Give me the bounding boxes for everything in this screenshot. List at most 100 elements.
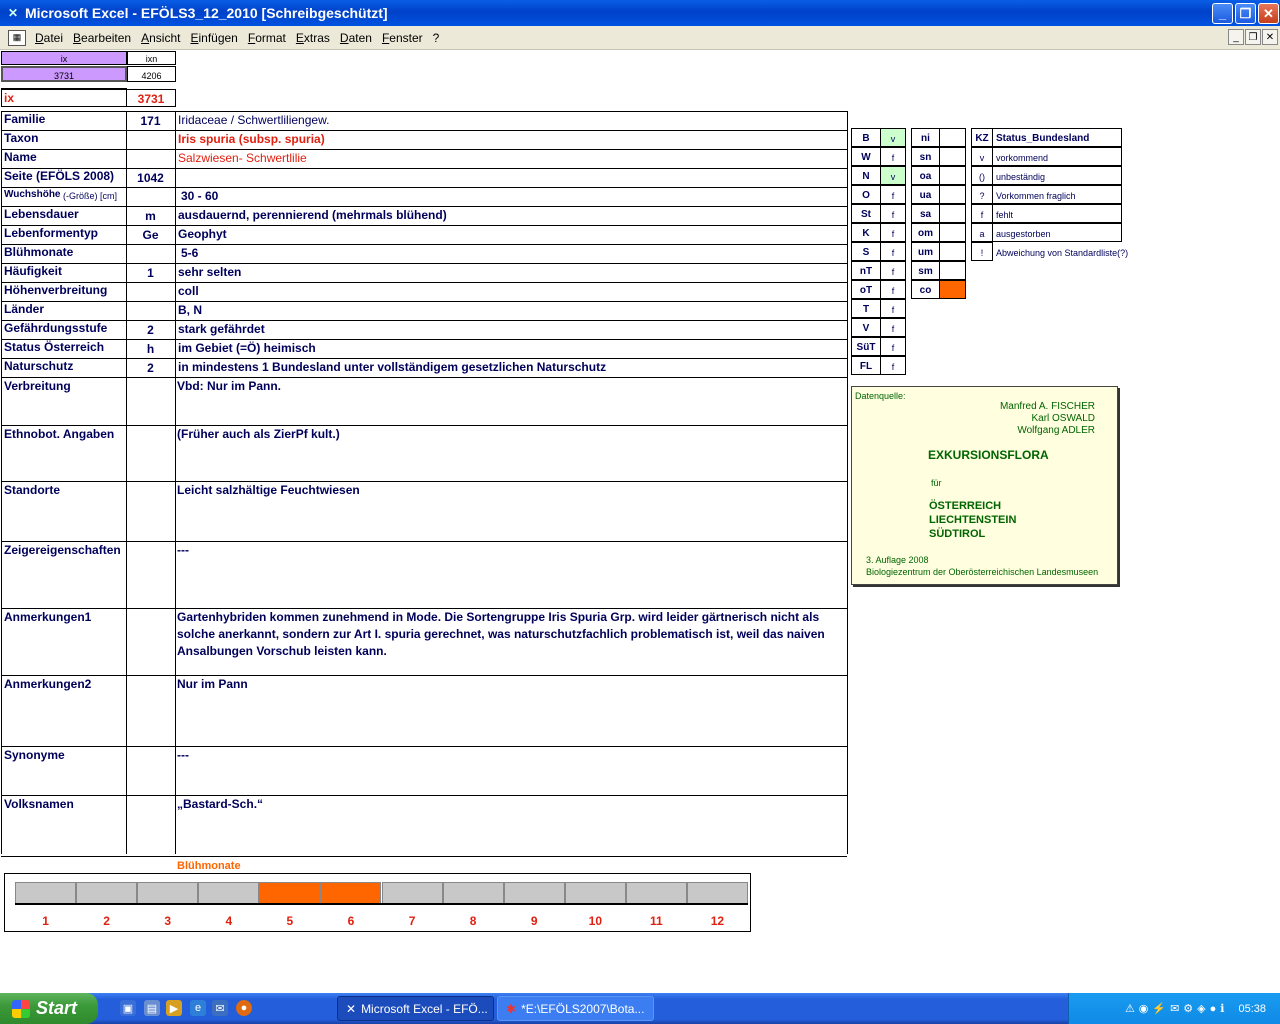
doc-minimize-button[interactable]: _ <box>1228 29 1244 45</box>
state2-value-cell[interactable] <box>939 280 966 299</box>
start-label: Start <box>36 998 78 1018</box>
row-divider <box>1 225 847 226</box>
menu-einfuegen[interactable]: Einfügen <box>185 31 242 45</box>
state2-key: ua <box>919 190 932 201</box>
row-label: Lebensdauer <box>4 207 79 221</box>
row-value-line[interactable]: solche anerkannt, sondern zur Art I. spu… <box>177 627 843 641</box>
state2-value-cell[interactable] <box>939 166 966 185</box>
row-value-line[interactable]: --- <box>177 543 843 557</box>
start-button[interactable]: Start <box>0 993 98 1024</box>
ixn-value: 4206 <box>141 71 162 81</box>
minimize-button[interactable]: _ <box>1212 3 1233 24</box>
bloom-bar <box>320 882 382 904</box>
row-value[interactable]: stark gefährdet <box>178 322 844 336</box>
windows-logo-icon <box>12 999 30 1018</box>
row-divider <box>1 541 847 542</box>
row-value-line[interactable]: (Früher auch als ZierPf kult.) <box>177 427 843 441</box>
row-value[interactable]: Iris spuria (subsp. spuria) <box>178 132 844 146</box>
row-value-line[interactable]: Ansalbungen Vorschub leisten kann. <box>177 644 843 658</box>
menu-datei[interactable]: Datei <box>30 31 68 45</box>
row-value[interactable]: 30 - 60 <box>181 189 847 203</box>
state-key: S <box>862 247 870 258</box>
task-excel[interactable]: ✕ Microsoft Excel - EFÖ... <box>337 996 494 1021</box>
row-label: Naturschutz <box>4 359 74 373</box>
menu-format[interactable]: Format <box>243 31 291 45</box>
state-value: f <box>891 229 895 239</box>
state-value: f <box>891 153 895 163</box>
row-divider <box>1 675 847 676</box>
row-code[interactable]: 171 <box>126 114 175 128</box>
mail-icon[interactable]: ✉ <box>212 1000 228 1016</box>
tray-icons[interactable]: ⚠◉⚡✉⚙◈●ℹ <box>1125 1002 1229 1015</box>
row-code[interactable]: 1 <box>126 266 175 280</box>
row-value[interactable]: 5-6 <box>181 246 847 260</box>
bloom-month-label: 11 <box>650 914 663 928</box>
row-value[interactable]: ausdauernd, perennierend (mehrmals blühe… <box>178 208 844 222</box>
row-value-line[interactable]: Nur im Pann <box>177 677 843 691</box>
row-code[interactable]: h <box>126 342 175 356</box>
state-value: f <box>891 191 895 201</box>
menu-bearbeiten[interactable]: Bearbeiten <box>68 31 136 45</box>
explorer-icon[interactable]: ▤ <box>144 1000 160 1016</box>
row-value[interactable]: B, N <box>178 303 844 317</box>
row-code[interactable]: 2 <box>126 361 175 375</box>
state2-value-cell[interactable] <box>939 242 966 261</box>
media-icon[interactable]: ▶ <box>166 1000 182 1016</box>
menu-extras[interactable]: Extras <box>291 31 335 45</box>
state-value: f <box>891 343 895 353</box>
task-editor-label: *E:\EFÖLS2007\Bota... <box>521 1001 645 1016</box>
close-button[interactable]: ✕ <box>1258 3 1279 24</box>
doc-close-button[interactable]: ✕ <box>1262 29 1278 45</box>
menu-help[interactable]: ? <box>428 31 445 45</box>
workbook-icon[interactable]: ▦ <box>8 29 26 46</box>
row-label-suffix: (-Größe) [cm] <box>63 191 117 201</box>
row-value[interactable]: Geophyt <box>178 227 844 241</box>
row-divider <box>1 358 847 359</box>
state2-key: oa <box>919 171 932 182</box>
row-value-line[interactable]: Gartenhybriden kommen zunehmend in Mode.… <box>177 610 843 624</box>
worksheet: ix ixn 3731 4206 ix 3731 Familie 171 Irida… <box>0 50 1280 993</box>
row-code[interactable]: m <box>126 209 175 223</box>
row-value[interactable]: sehr selten <box>178 265 844 279</box>
row-code[interactable]: Ge <box>126 228 175 242</box>
bloom-bar <box>564 882 626 904</box>
state2-value-cell[interactable] <box>939 185 966 204</box>
row-value-line[interactable]: Vbd: Nur im Pann. <box>177 379 843 393</box>
state-key: O <box>862 190 870 201</box>
state2-value-cell[interactable] <box>939 204 966 223</box>
row-value[interactable]: im Gebiet (=Ö) heimisch <box>178 341 844 355</box>
editor-task-icon: ✱ <box>506 1001 517 1016</box>
row-divider <box>1 168 847 169</box>
bloom-month-label: 4 <box>225 914 233 928</box>
row-value[interactable]: in mindestens 1 Bundesland unter vollstä… <box>178 360 844 374</box>
ix-header: ix <box>60 54 68 64</box>
row-value[interactable]: coll <box>178 284 844 298</box>
desktop-icon[interactable]: ▣ <box>120 1000 136 1016</box>
bloom-bar <box>503 882 565 904</box>
doc-restore-button[interactable]: ❐ <box>1245 29 1261 45</box>
firefox-icon[interactable]: ● <box>236 1000 252 1016</box>
state2-value-cell[interactable] <box>939 147 966 166</box>
row-value-line[interactable]: Leicht salzhältige Feuchtwiesen <box>177 483 843 497</box>
menu-fenster[interactable]: Fenster <box>377 31 428 45</box>
row-value-line[interactable]: --- <box>177 748 843 762</box>
legend-kz: ? <box>979 191 985 201</box>
state2-value-cell[interactable] <box>939 261 966 280</box>
row-value[interactable]: Iridaceae / Schwertliliengew. <box>178 113 844 127</box>
task-editor[interactable]: ✱ *E:\EFÖLS2007\Bota... <box>497 996 654 1021</box>
state2-value-cell[interactable] <box>939 128 966 147</box>
row-value[interactable]: Salzwiesen- Schwertlilie <box>178 151 844 165</box>
ie-icon[interactable]: e <box>190 1000 206 1016</box>
row-code[interactable]: 2 <box>126 323 175 337</box>
legend-text: Vorkommen fraglich <box>996 191 1076 201</box>
state-key: nT <box>859 266 873 277</box>
state2-value-cell[interactable] <box>939 223 966 242</box>
row-divider <box>1 301 847 302</box>
restore-button[interactable]: ❐ <box>1235 3 1256 24</box>
state2-key: sn <box>919 152 932 163</box>
ix-label-cell <box>1 89 127 107</box>
menu-daten[interactable]: Daten <box>335 31 377 45</box>
menu-ansicht[interactable]: Ansicht <box>136 31 185 45</box>
row-code[interactable]: 1042 <box>126 171 175 185</box>
row-value-line[interactable]: „Bastard-Sch.“ <box>177 797 843 811</box>
